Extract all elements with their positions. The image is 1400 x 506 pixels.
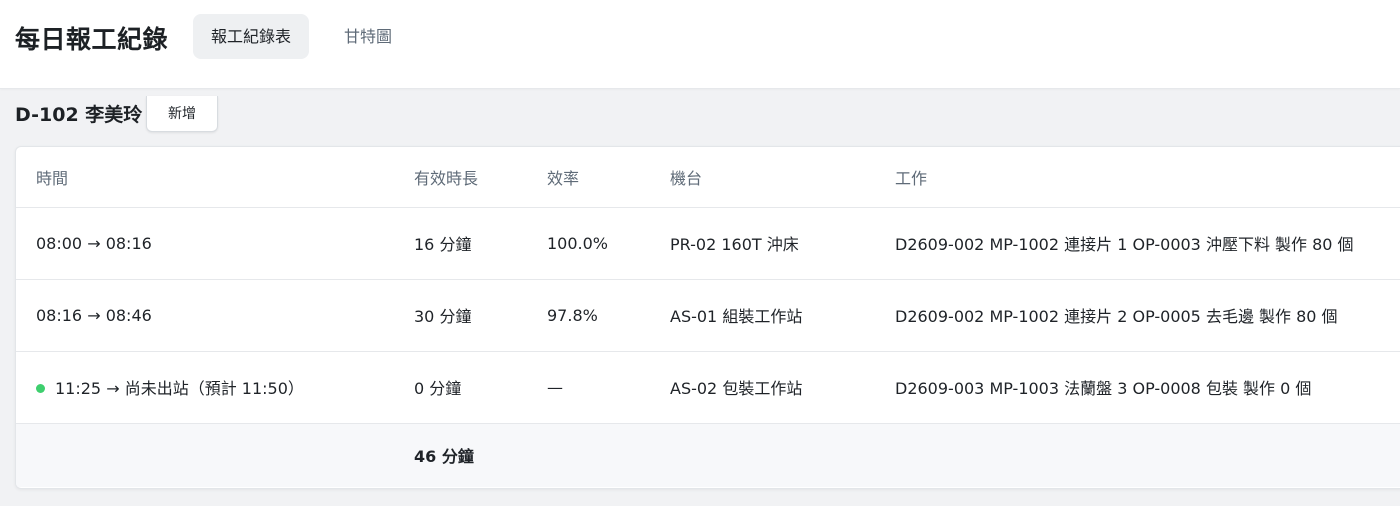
column-header-work: 工作	[895, 147, 1400, 208]
report-table: 時間 有效時長 效率 機台 工作 08:00 → 08:16 16 分鐘 100…	[16, 147, 1400, 487]
table-row[interactable]: 08:16 → 08:46 30 分鐘 97.8% AS-01 組裝工作站 D2…	[16, 279, 1400, 352]
cell-efficiency: 97.8%	[547, 279, 670, 352]
column-header-time: 時間	[16, 147, 414, 208]
add-record-button[interactable]: 新增	[146, 96, 218, 132]
table-header-row: 時間 有效時長 效率 機台 工作	[16, 147, 1400, 208]
column-header-machine: 機台	[670, 147, 895, 208]
cell-machine: PR-02 160T 沖床	[670, 207, 895, 280]
cell-duration: 0 分鐘	[414, 351, 547, 424]
tab-gantt-chart[interactable]: 甘特圖	[329, 14, 407, 59]
time-range: 11:25 → 尚未出站（預計 11:50）	[55, 379, 304, 398]
cell-time: 11:25 → 尚未出站（預計 11:50）	[16, 351, 414, 424]
table-row[interactable]: 11:25 → 尚未出站（預計 11:50） 0 分鐘 — AS-02 包裝工作…	[16, 351, 1400, 424]
total-duration: 46 分鐘	[414, 447, 474, 467]
cell-efficiency: —	[547, 351, 670, 424]
time-range: 08:16 → 08:46	[36, 305, 152, 325]
column-header-duration: 有效時長	[414, 147, 547, 208]
cell-work: D2609-003 MP-1003 法蘭盤 3 OP-0008 包裝 製作 0 …	[895, 351, 1400, 424]
report-table-card: 時間 有效時長 效率 機台 工作 08:00 → 08:16 16 分鐘 100…	[15, 146, 1400, 489]
total-cell-empty	[895, 423, 1400, 487]
total-cell-empty	[670, 423, 895, 487]
table-total-row: 46 分鐘	[16, 423, 1400, 487]
top-bar: 每日報工紀錄 報工紀錄表 甘特圖	[0, 0, 1400, 89]
cell-work: D2609-002 MP-1002 連接片 2 OP-0005 去毛邊 製作 8…	[895, 279, 1400, 352]
page-title: 每日報工紀錄	[15, 25, 169, 54]
cell-time: 08:16 → 08:46	[16, 279, 414, 352]
tab-report-log[interactable]: 報工紀錄表	[193, 14, 309, 59]
operator-heading: D-102 李美玲	[15, 104, 143, 126]
cell-duration: 16 分鐘	[414, 207, 547, 280]
time-range: 08:00 → 08:16	[36, 233, 152, 253]
total-cell-empty	[547, 423, 670, 487]
column-header-efficiency: 效率	[547, 147, 670, 208]
cell-work: D2609-002 MP-1002 連接片 1 OP-0003 沖壓下料 製作 …	[895, 207, 1400, 280]
table-row[interactable]: 08:00 → 08:16 16 分鐘 100.0% PR-02 160T 沖床…	[16, 207, 1400, 280]
cell-machine: AS-01 組裝工作站	[670, 279, 895, 352]
cell-time: 08:00 → 08:16	[16, 207, 414, 280]
in-progress-status-dot-icon	[36, 384, 45, 393]
cell-duration: 30 分鐘	[414, 279, 547, 352]
cell-machine: AS-02 包裝工作站	[670, 351, 895, 424]
total-cell-empty	[16, 423, 414, 487]
cell-efficiency: 100.0%	[547, 207, 670, 280]
